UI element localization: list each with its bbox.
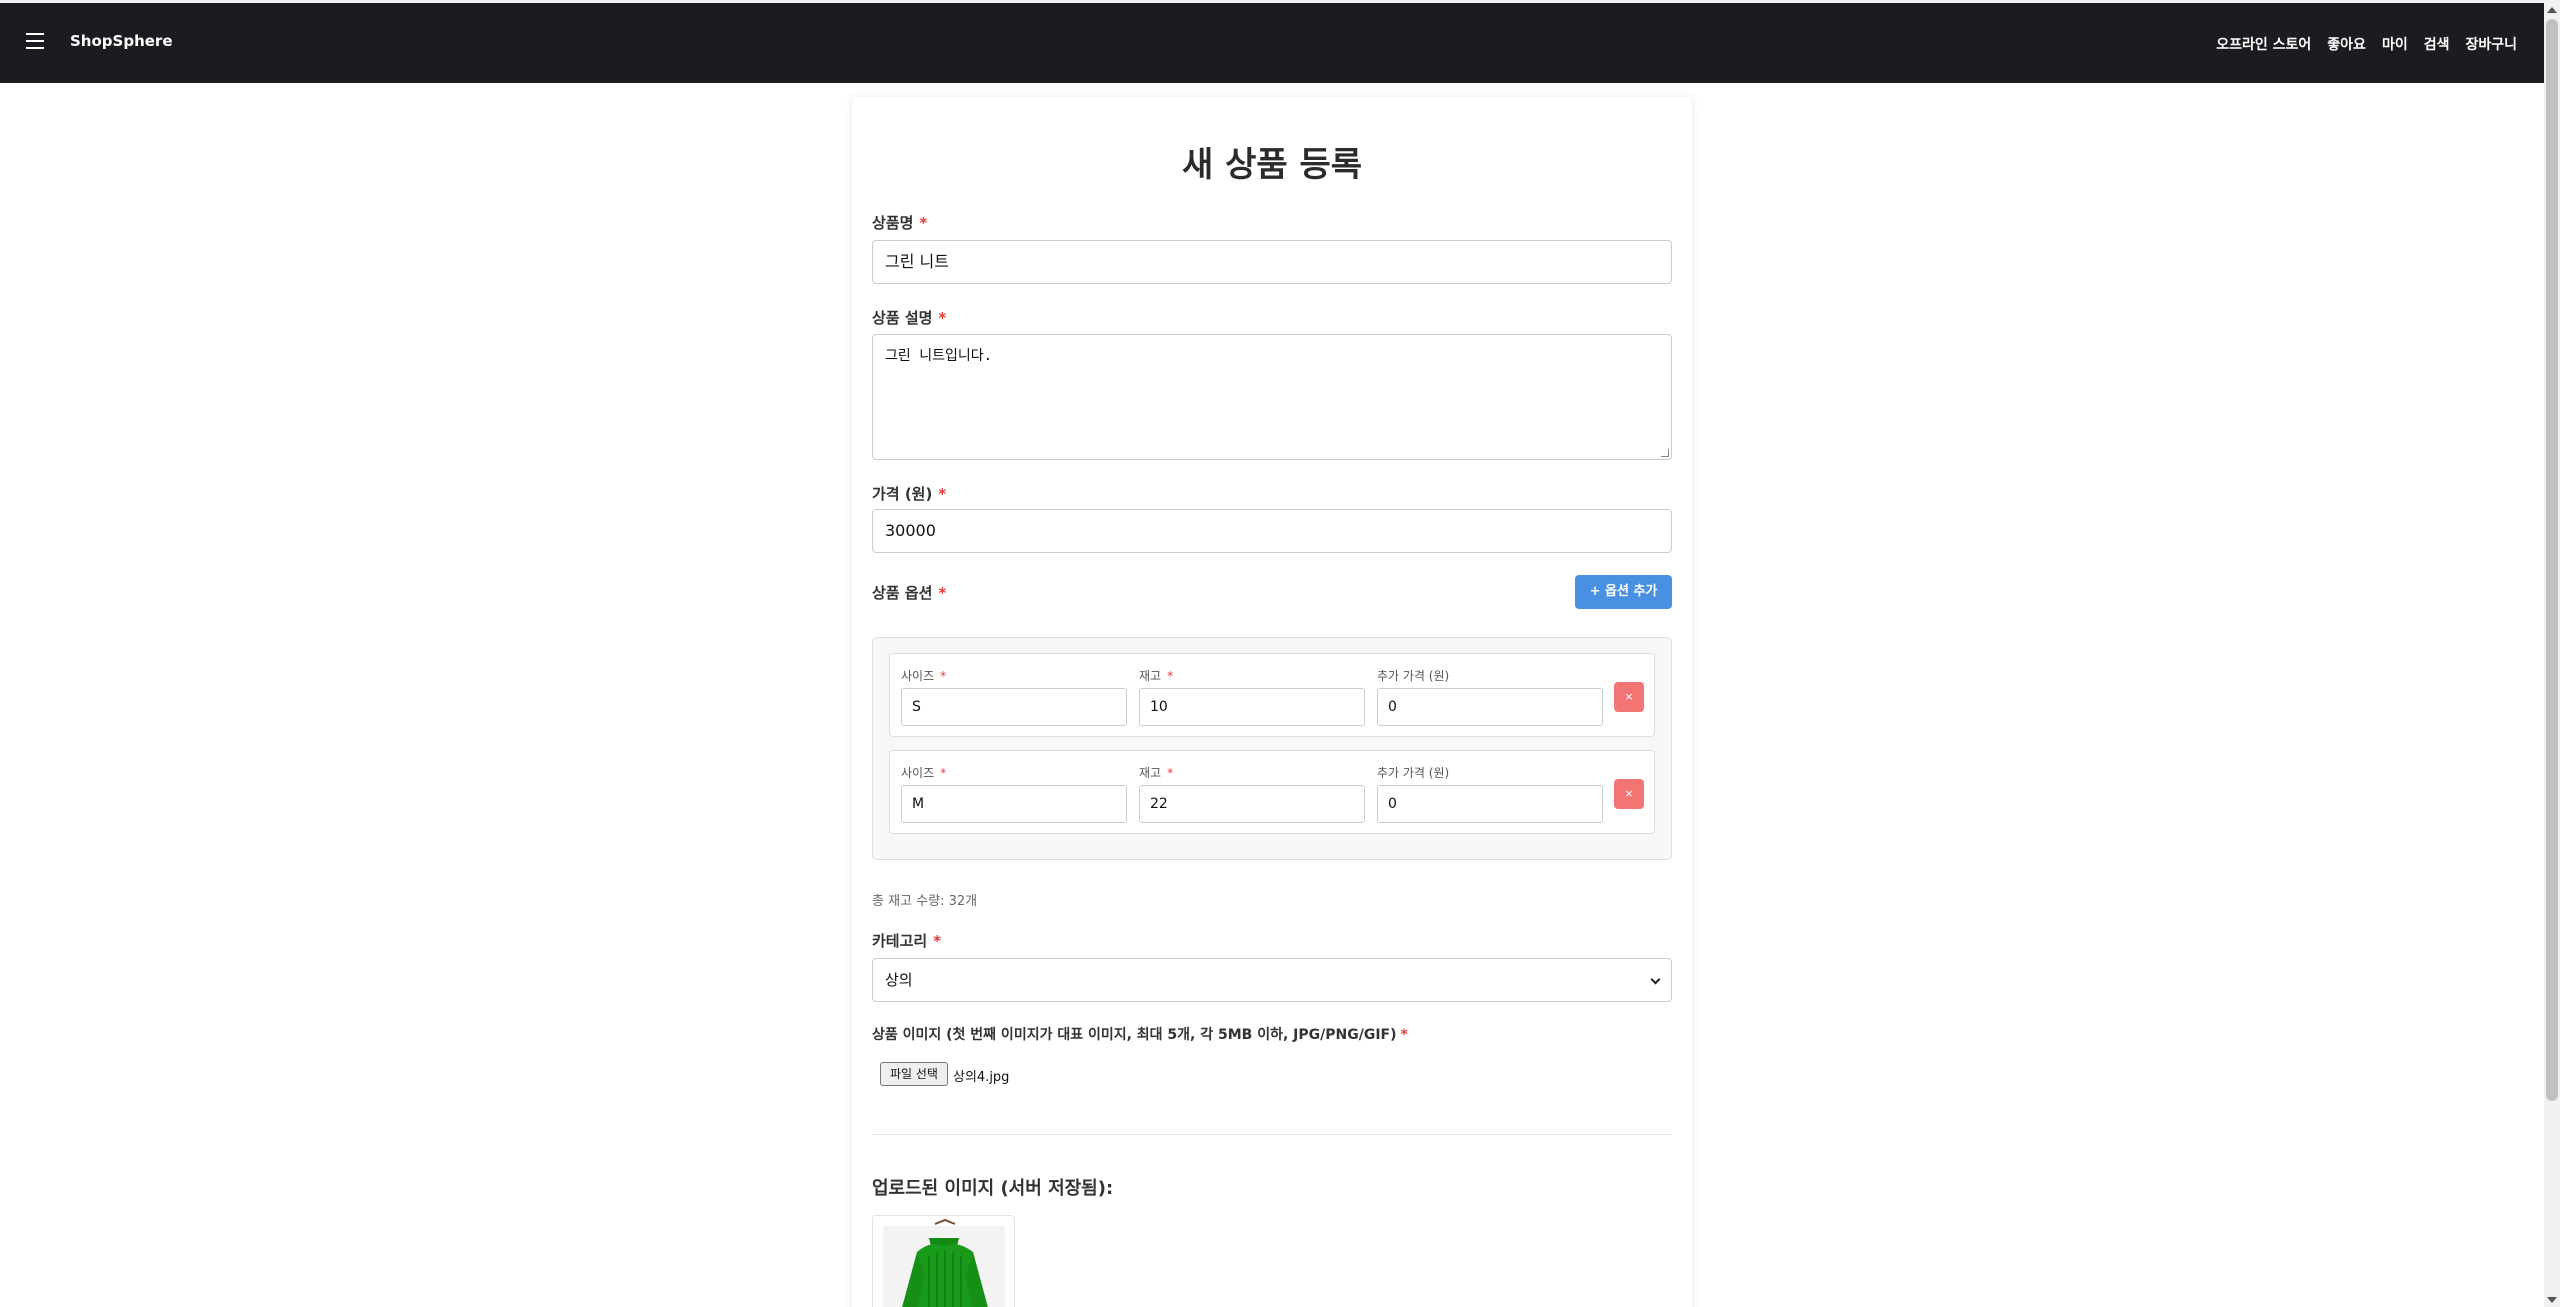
category-label-text: 카테고리 (872, 932, 928, 950)
resize-grip-icon[interactable] (1661, 449, 1669, 457)
required-mark: * (1167, 766, 1174, 780)
required-mark: * (919, 214, 928, 232)
required-mark: * (938, 309, 947, 327)
stock-label-text: 재고 (1139, 766, 1162, 780)
delete-option-button[interactable]: × (1614, 682, 1644, 712)
option-row: 사이즈 * S 재고 * 10 추가 가격 (원) 0 × (889, 653, 1655, 737)
scroll-up-arrow-icon[interactable] (2547, 7, 2557, 13)
top-navbar: ShopSphere 오프라인 스토어 좋아요 마이 검색 장바구니 (0, 3, 2544, 83)
uploaded-image-thumbnail[interactable] (872, 1215, 1015, 1307)
nav-links: 오프라인 스토어 좋아요 마이 검색 장바구니 (2216, 34, 2517, 54)
nav-link-my[interactable]: 마이 (2382, 34, 2408, 54)
size-label-text: 사이즈 (901, 669, 935, 683)
required-mark: * (940, 669, 947, 683)
required-mark: * (938, 485, 947, 503)
required-mark: * (1167, 669, 1174, 683)
page-scrollbar[interactable] (2544, 3, 2560, 1307)
product-form-card: 새 상품 등록 상품명 * 그린 니트 상품 설명 * 그린 니트입니다. 가격 (… (852, 97, 1692, 1307)
required-mark: * (938, 584, 947, 602)
hamburger-menu-icon[interactable] (26, 33, 44, 49)
options-container: 사이즈 * S 재고 * 10 추가 가격 (원) 0 × 사이즈 * M 재고 * 2… (872, 637, 1672, 860)
add-option-button[interactable]: + 옵션 추가 (1575, 575, 1672, 609)
option-row: 사이즈 * M 재고 * 22 추가 가격 (원) 0 × (889, 750, 1655, 834)
stock-input[interactable]: 22 (1139, 785, 1365, 823)
scroll-down-arrow-icon[interactable] (2547, 1297, 2557, 1303)
description-label-text: 상품 설명 (872, 309, 933, 327)
uploaded-images-title: 업로드된 이미지 (서버 저장됨): (872, 1178, 1114, 1199)
size-label-text: 사이즈 (901, 766, 935, 780)
total-stock-summary: 총 재고 수량: 32개 (872, 894, 978, 909)
required-mark: * (933, 932, 942, 950)
category-select[interactable]: 상의 (872, 958, 1672, 1002)
nav-link-cart[interactable]: 장바구니 (2465, 34, 2517, 54)
nav-link-offline-store[interactable]: 오프라인 스토어 (2216, 34, 2311, 54)
extra-price-input[interactable]: 0 (1377, 688, 1603, 726)
price-input[interactable]: 30000 (872, 509, 1672, 553)
required-mark: * (940, 766, 947, 780)
size-input[interactable]: S (901, 688, 1127, 726)
size-input[interactable]: M (901, 785, 1127, 823)
category-selected-value: 상의 (885, 971, 913, 989)
choose-file-button[interactable]: 파일 선택 (880, 1062, 948, 1086)
stock-input[interactable]: 10 (1139, 688, 1365, 726)
nav-link-likes[interactable]: 좋아요 (2327, 34, 2366, 54)
extra-price-label: 추가 가격 (원) (1377, 669, 1450, 683)
price-label: 가격 (원) * (872, 483, 946, 504)
size-label: 사이즈 * (901, 764, 946, 781)
product-name-label-text: 상품명 (872, 214, 914, 232)
product-name-label: 상품명 * (872, 212, 927, 233)
size-label: 사이즈 * (901, 667, 946, 684)
selected-file-name: 상의4.jpg (953, 1070, 1010, 1085)
scroll-thumb[interactable] (2546, 19, 2558, 1101)
price-label-text: 가격 (원) (872, 485, 933, 503)
page-title: 새 상품 등록 (1181, 145, 1363, 185)
images-label-text: 상품 이미지 (첫 번째 이미지가 대표 이미지, 최대 5개, 각 5MB 이… (872, 1027, 1397, 1043)
section-divider (872, 1134, 1672, 1135)
options-label-text: 상품 옵션 (872, 584, 933, 602)
green-knit-sweater-image (902, 1218, 988, 1307)
images-label: 상품 이미지 (첫 번째 이미지가 대표 이미지, 최대 5개, 각 5MB 이… (872, 1024, 1408, 1044)
brand-logo[interactable]: ShopSphere (70, 32, 173, 50)
stock-label: 재고 * (1139, 764, 1173, 781)
required-mark: * (1400, 1027, 1408, 1043)
description-textarea[interactable]: 그린 니트입니다. (872, 334, 1672, 460)
nav-link-search[interactable]: 검색 (2424, 34, 2450, 54)
category-label: 카테고리 * (872, 930, 941, 951)
options-label: 상품 옵션 * (872, 582, 946, 603)
extra-price-input[interactable]: 0 (1377, 785, 1603, 823)
description-text: 그린 니트입니다. (885, 348, 993, 364)
product-name-input[interactable]: 그린 니트 (872, 240, 1672, 284)
extra-price-label: 추가 가격 (원) (1377, 766, 1450, 780)
stock-label: 재고 * (1139, 667, 1173, 684)
chevron-down-icon (1650, 974, 1661, 985)
stock-label-text: 재고 (1139, 669, 1162, 683)
delete-option-button[interactable]: × (1614, 779, 1644, 809)
description-label: 상품 설명 * (872, 307, 946, 328)
